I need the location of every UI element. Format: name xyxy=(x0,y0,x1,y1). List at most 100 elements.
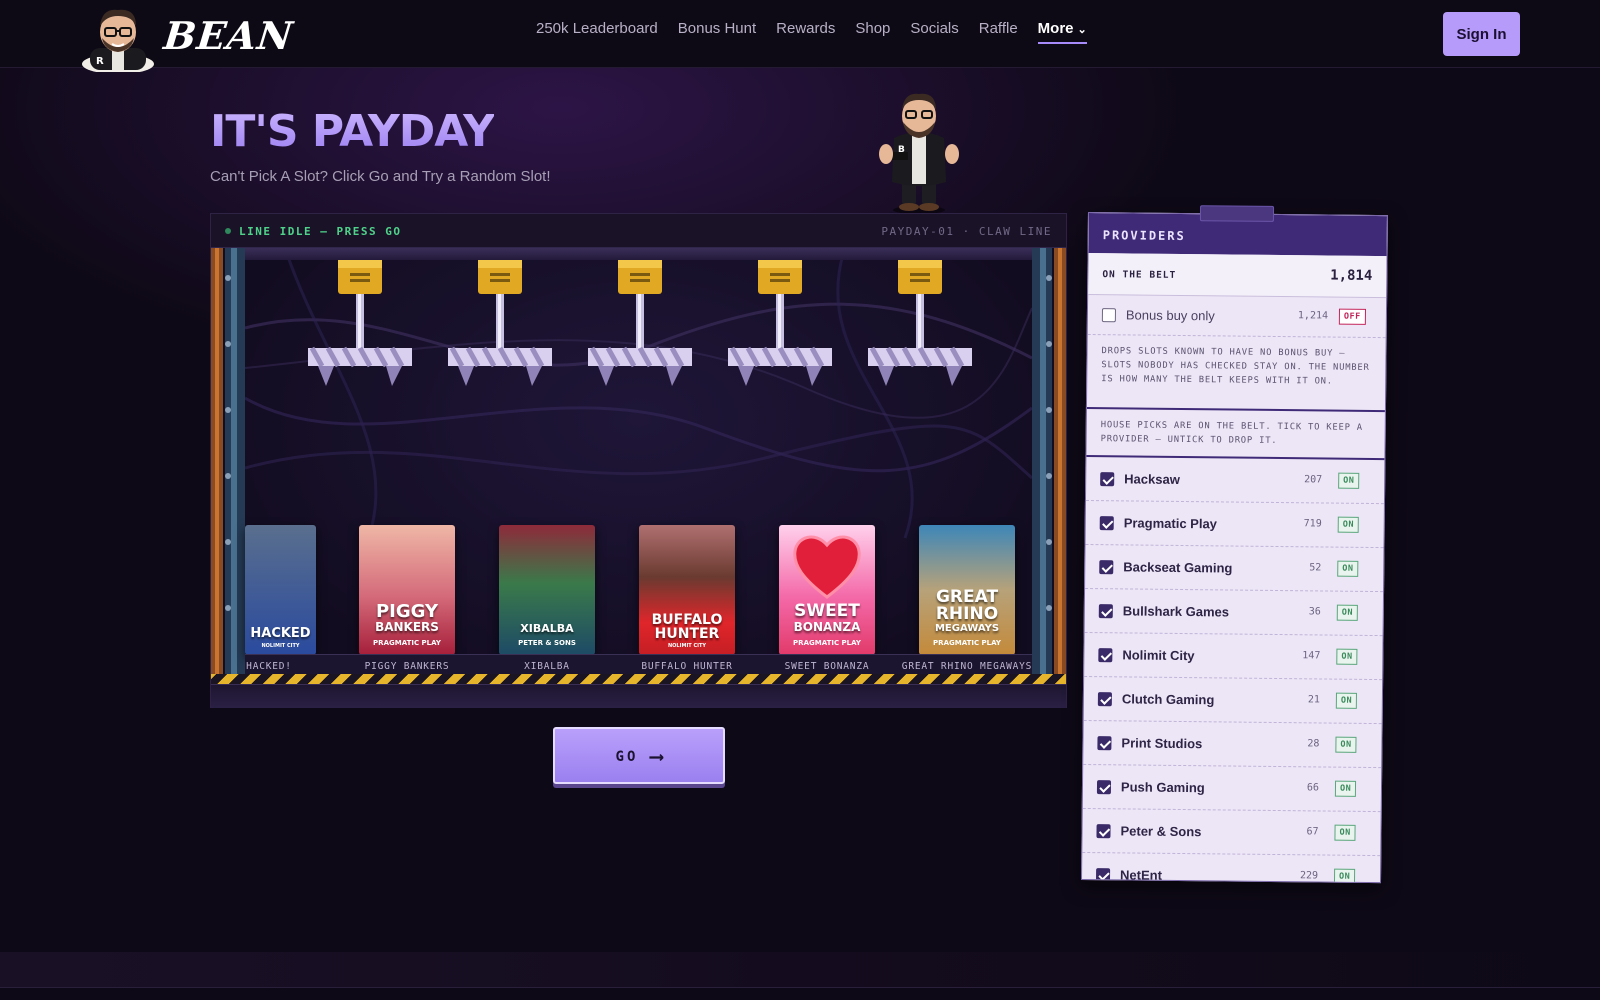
nav-item-rewards[interactable]: Rewards xyxy=(776,20,835,44)
nav-item-bonus-hunt[interactable]: Bonus Hunt xyxy=(678,20,756,44)
provider-row-pragmatic-play[interactable]: Pragmatic Play 719 ON xyxy=(1085,500,1384,549)
provider-checkbox[interactable] xyxy=(1099,516,1114,531)
provider-row-hacksaw[interactable]: Hacksaw 207 ON xyxy=(1085,456,1385,505)
slot-label: XIBALBA xyxy=(524,661,570,672)
provider-count: 28 xyxy=(1307,738,1320,750)
slot-card-art-sub: PRAGMATIC PLAY xyxy=(793,639,861,647)
footer-band xyxy=(0,952,1600,988)
nav-item-leaderboard[interactable]: 250k Leaderboard xyxy=(536,20,658,44)
claw-icon xyxy=(308,260,412,386)
panel-clip-tab xyxy=(1199,205,1275,222)
provider-name: Pragmatic Play xyxy=(1123,515,1218,532)
hazard-stripe xyxy=(211,674,1066,684)
sign-in-button[interactable]: Sign In xyxy=(1443,12,1520,56)
bonus-buy-help-text: DROPS SLOTS KNOWN TO HAVE NO BONUS BUY —… xyxy=(1086,335,1386,413)
provider-checkbox[interactable] xyxy=(1099,560,1114,575)
bonus-buy-state-badge: OFF xyxy=(1338,308,1366,325)
slot-card-great-rhino[interactable]: GREAT RHINO MEGAWAYS PRAGMATIC PLAY xyxy=(919,525,1015,655)
slot-label: GREAT RHINO MEGAWAYS xyxy=(901,661,1033,672)
claw-rail xyxy=(245,248,1032,260)
provider-row-push-gaming[interactable]: Push Gaming 66 ON xyxy=(1082,764,1382,813)
provider-row-print-studios[interactable]: Print Studios 28 ON xyxy=(1083,720,1382,769)
brand-name: BEAN xyxy=(161,12,296,58)
slot-card-piggy-bankers[interactable]: PIGGY BANKERS PRAGMATIC PLAY xyxy=(359,525,455,655)
slot-card-buffalo-hunter[interactable]: BUFFALO HUNTER NOLIMIT CITY xyxy=(639,525,735,655)
slot-card-art-title-2: BANKERS xyxy=(375,620,439,634)
slot-card-art-title: HACKED xyxy=(250,626,311,641)
provider-row-nolimit-city[interactable]: Nolimit City 147 ON xyxy=(1084,632,1383,681)
provider-state-badge: ON xyxy=(1336,648,1358,665)
slot-card-hacked[interactable]: HACKED NOLIMIT CITY xyxy=(245,525,316,655)
claw-icon xyxy=(588,260,692,386)
provider-state-badge: ON xyxy=(1335,736,1357,753)
provider-name: NetEnt xyxy=(1119,867,1163,883)
provider-name: Hacksaw xyxy=(1124,471,1180,487)
nav-item-raffle[interactable]: Raffle xyxy=(979,20,1018,44)
provider-checkbox[interactable] xyxy=(1098,648,1113,663)
provider-name: Push Gaming xyxy=(1120,779,1205,796)
provider-count: 147 xyxy=(1302,650,1321,662)
slot-card-art-title-2: BONANZA xyxy=(793,620,861,634)
provider-count: 36 xyxy=(1308,606,1321,618)
page-title: IT'S PAYDAY xyxy=(210,106,495,157)
bonus-buy-checkbox[interactable] xyxy=(1101,308,1116,323)
provider-checkbox[interactable] xyxy=(1095,868,1111,883)
provider-name: Bullshark Games xyxy=(1122,603,1230,620)
provider-checkbox[interactable] xyxy=(1098,604,1113,619)
slot-label: PIGGY BANKERS xyxy=(364,661,450,672)
provider-name: Peter & Sons xyxy=(1120,823,1202,840)
main-nav: 250k Leaderboard Bonus Hunt Rewards Shop… xyxy=(536,20,1087,44)
provider-row-backseat-gaming[interactable]: Backseat Gaming 52 ON xyxy=(1085,544,1384,593)
slot-card-sweet-bonanza[interactable]: SWEET BONANZA PRAGMATIC PLAY xyxy=(779,525,875,655)
machine-chamber: HACKED NOLIMIT CITY PIGGY BANKERS PRAGMA… xyxy=(211,248,1066,678)
provider-checkbox[interactable] xyxy=(1096,780,1112,795)
claw-icon xyxy=(728,260,832,386)
bonus-buy-toggle[interactable]: Bonus buy only 1,214 OFF xyxy=(1087,295,1387,339)
claw-machine: LINE IDLE — PRESS GO PAYDAY-01 · CLAW LI… xyxy=(210,213,1067,708)
status-dot-icon xyxy=(225,228,231,234)
provider-row-bullshark-games[interactable]: Bullshark Games 36 ON xyxy=(1084,588,1384,637)
slot-card-art-sub: PRAGMATIC PLAY xyxy=(373,639,441,647)
mascot-avatar-icon: R xyxy=(82,9,154,72)
provider-checkbox[interactable] xyxy=(1097,736,1112,751)
providers-help-text: HOUSE PICKS ARE ON THE BELT. TICK TO KEE… xyxy=(1086,408,1385,461)
machine-status-bar: LINE IDLE — PRESS GO PAYDAY-01 · CLAW LI… xyxy=(211,214,1066,248)
slot-card-art-title: BUFFALO xyxy=(651,612,723,628)
go-button[interactable]: GO ⟶ xyxy=(553,727,725,784)
nav-item-more[interactable]: More ⌄ xyxy=(1037,20,1087,44)
brand-logo[interactable]: R BEAN xyxy=(80,4,296,72)
bonus-buy-count: 1,214 xyxy=(1297,310,1329,322)
site-header: R BEAN 250k Leaderboard Bonus Hunt Rewar… xyxy=(0,0,1600,72)
provider-count: 52 xyxy=(1309,562,1322,574)
provider-checkbox[interactable] xyxy=(1096,824,1111,839)
svg-text:R: R xyxy=(96,56,104,67)
provider-name: Print Studios xyxy=(1121,735,1203,752)
slot-card-art-title: XIBALBA xyxy=(520,622,574,635)
slot-card-art-sub: PRAGMATIC PLAY xyxy=(933,639,1001,647)
slot-card-xibalba[interactable]: XIBALBA PETER & SONS xyxy=(499,525,595,655)
provider-checkbox[interactable] xyxy=(1100,472,1115,487)
machine-status-text: LINE IDLE — PRESS GO xyxy=(239,225,402,238)
chevron-down-icon: ⌄ xyxy=(1077,24,1087,36)
provider-state-badge: ON xyxy=(1333,868,1356,884)
nav-item-socials[interactable]: Socials xyxy=(910,20,958,44)
heart-icon xyxy=(793,535,861,599)
provider-row-netent[interactable]: NetEnt 229 ON xyxy=(1081,852,1381,884)
provider-state-badge: ON xyxy=(1334,824,1356,841)
on-belt-count: 1,814 xyxy=(1330,267,1373,284)
provider-row-clutch-gaming[interactable]: Clutch Gaming 21 ON xyxy=(1083,676,1383,725)
left-pillar-icon xyxy=(211,248,245,676)
arrow-right-icon: ⟶ xyxy=(650,743,663,768)
provider-checkbox[interactable] xyxy=(1097,692,1112,707)
slot-card-art-sub: NOLIMIT CITY xyxy=(261,643,300,649)
slot-card-art-sub: NOLIMIT CITY xyxy=(667,643,707,649)
slot-label-strip: HACKED! PIGGY BANKERS XIBALBA BUFFALO HU… xyxy=(245,654,1032,676)
provider-state-badge: ON xyxy=(1337,560,1359,577)
claw-icon xyxy=(868,260,972,386)
slot-label: BUFFALO HUNTER xyxy=(641,661,733,672)
nav-item-shop[interactable]: Shop xyxy=(855,20,890,44)
claw-icon xyxy=(448,260,552,386)
provider-count: 229 xyxy=(1299,870,1319,882)
slot-card-art-title-2: RHINO xyxy=(935,604,999,624)
provider-row-peter-and-sons[interactable]: Peter & Sons 67 ON xyxy=(1082,808,1381,857)
